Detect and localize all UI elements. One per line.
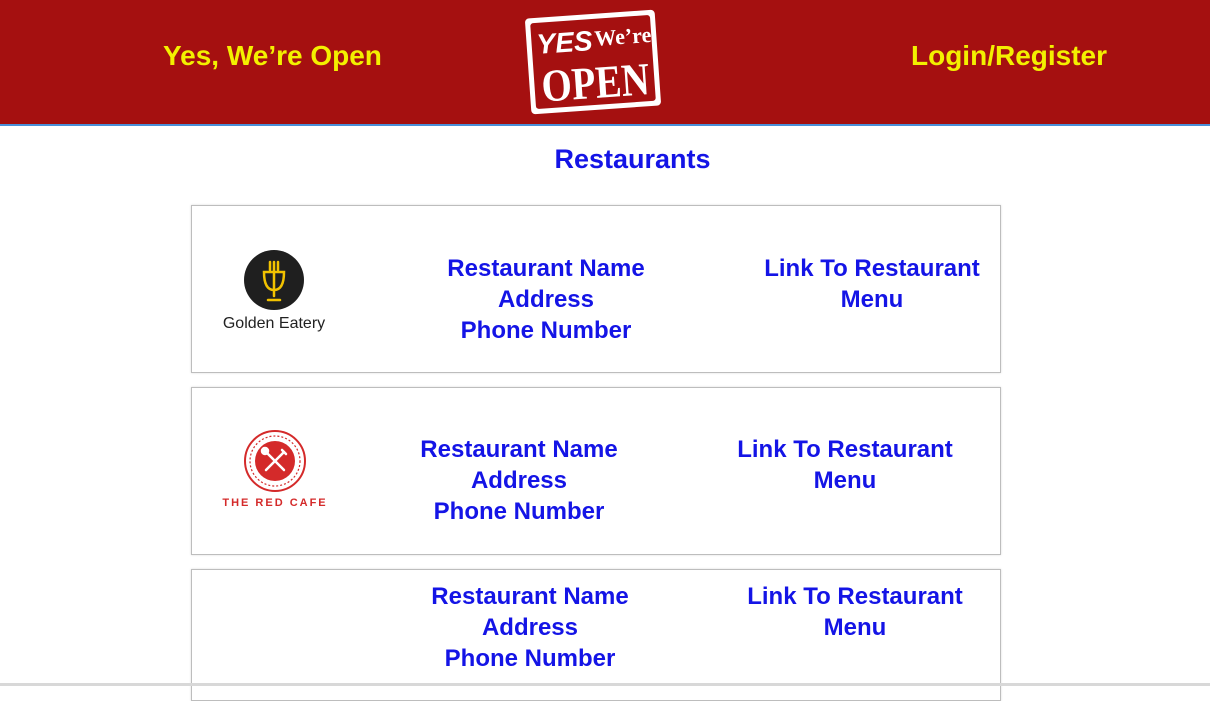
restaurant-menu-link[interactable]: Link To Restaurant Menu — [715, 434, 975, 496]
restaurant-menu-link[interactable]: Link To Restaurant Menu — [725, 581, 985, 643]
restaurant-info: Restaurant Name Address Phone Number — [406, 253, 686, 346]
restaurant-name: Restaurant Name — [420, 436, 618, 463]
restaurant-card: THE RED CAFE Restaurant Name Address Pho… — [191, 387, 1001, 555]
restaurant-address: Address — [497, 286, 595, 313]
logo-were-text: We’re — [593, 22, 652, 51]
restaurant-card: Restaurant Name Address Phone Number Lin… — [191, 569, 1001, 701]
logo-open-text: OPEN — [540, 53, 651, 111]
restaurant-address: Address — [481, 614, 579, 641]
restaurant-address: Address — [470, 467, 568, 494]
top-header: Yes, We’re Open YES We’re OPEN Login/Reg… — [0, 0, 1210, 126]
header-tagline: Yes, We’re Open — [163, 40, 382, 71]
restaurant-info: Restaurant Name Address Phone Number — [379, 434, 659, 527]
logo-yes-text: YES — [536, 25, 594, 60]
golden-eatery-logo: Golden Eatery — [223, 250, 325, 332]
restaurant-card: Golden Eatery Restaurant Name Address Ph… — [191, 205, 1001, 373]
red-cafe-logo-text: THE RED CAFE — [222, 497, 327, 509]
restaurant-phone: Phone Number — [433, 498, 605, 525]
page-title: Restaurants — [554, 144, 711, 174]
golden-eatery-logo-text: Golden Eatery — [223, 315, 325, 332]
yes-were-open-logo[interactable]: YES We’re OPEN — [518, 6, 668, 118]
restaurant-phone: Phone Number — [444, 645, 616, 672]
restaurant-name: Restaurant Name — [447, 255, 645, 282]
restaurant-phone: Phone Number — [460, 317, 632, 344]
red-cafe-logo: THE RED CAFE — [222, 430, 327, 509]
restaurant-info: Restaurant Name Address Phone Number — [390, 581, 670, 674]
restaurant-name: Restaurant Name — [431, 583, 629, 610]
login-register-link[interactable]: Login/Register — [911, 40, 1107, 72]
restaurant-menu-link[interactable]: Link To Restaurant Menu — [742, 253, 1002, 315]
